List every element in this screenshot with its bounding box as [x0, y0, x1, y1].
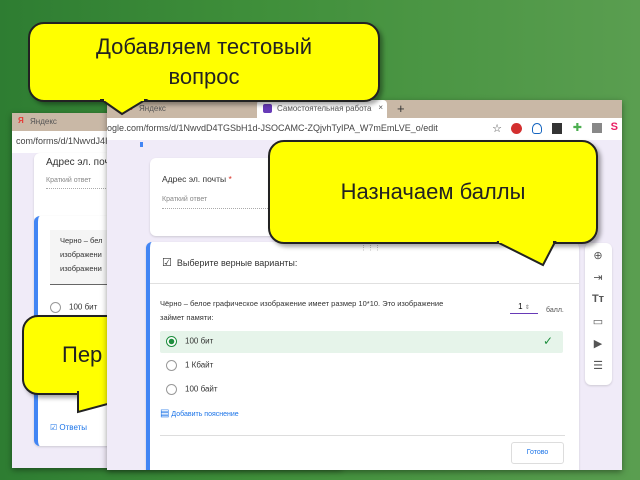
section-icon[interactable]: ☰ — [591, 359, 605, 372]
import-questions-icon[interactable]: ⇥ — [591, 271, 605, 284]
option-label: 1 Кбайт — [185, 360, 214, 370]
answer-key-header: ☑ Выберите верные варианты: — [162, 256, 297, 269]
new-tab-icon[interactable]: + — [397, 101, 405, 116]
points-label: балл. — [546, 307, 564, 314]
radio-icon[interactable] — [166, 384, 177, 395]
option-row[interactable]: 100 байт — [166, 384, 218, 395]
video-icon[interactable]: ▶ — [591, 337, 605, 350]
callout-text: Добавляем тестовый вопрос — [95, 34, 313, 89]
done-button[interactable]: Готово — [511, 442, 564, 464]
required-mark: * — [228, 174, 232, 184]
callout-tail — [100, 98, 149, 116]
drag-handle[interactable]: ⋮⋮⋮ — [360, 244, 381, 252]
option-label: 100 бит — [185, 336, 214, 346]
url-text: ogle.com/forms/d/1NwvdD4TGSbH1d-JSOCAMC-… — [107, 123, 438, 133]
question-text: Чёрно – белое графическое изображение им… — [160, 299, 444, 322]
tab-label: Самостоятельная работа по ин — [277, 104, 372, 113]
feedback-icon: ▤ — [160, 408, 170, 419]
add-feedback-label: Добавить пояснение — [171, 411, 239, 418]
checkmark-icon: ✓ — [542, 334, 553, 348]
star-icon[interactable]: ☆ — [492, 122, 502, 135]
radio-icon[interactable] — [166, 360, 177, 371]
email-label-text: Адрес эл. почты — [162, 174, 227, 184]
tab-yandex[interactable]: Яндекс — [30, 117, 57, 126]
email-label: Адрес эл. почт — [46, 157, 115, 168]
callout-add-question: Добавляем тестовый вопрос — [28, 22, 380, 102]
close-tab-icon[interactable]: × — [378, 103, 383, 112]
extension-icon[interactable] — [552, 123, 562, 134]
tab-forms-active[interactable]: Самостоятельная работа по ин × — [257, 100, 387, 118]
callout-text: Назначаем баллы — [340, 179, 526, 204]
title-text-icon[interactable]: Tт — [591, 293, 605, 305]
callout-assign-points: Назначаем баллы — [268, 140, 598, 244]
image-icon[interactable]: ▭ — [591, 315, 605, 328]
yandex-icon: Я — [18, 116, 24, 125]
add-question-icon[interactable]: ⊕ — [591, 249, 605, 262]
tab-bar: Я Яндекс Самостоятельная работа по ин × … — [107, 100, 622, 118]
radio-icon[interactable] — [166, 336, 177, 347]
checklist-icon: ☑ — [50, 423, 58, 432]
divider — [150, 283, 579, 284]
extension-icon[interactable] — [511, 123, 522, 134]
address-bar[interactable]: ogle.com/forms/d/1NwvdD4TGSbH1d-JSOCAMC-… — [107, 118, 622, 140]
option-label: 100 бит — [69, 302, 98, 312]
answer-key-title: Выберите верные варианты: — [176, 258, 298, 268]
points-input[interactable]: 1 ⇕ — [510, 302, 538, 314]
add-feedback-link[interactable]: ▤ Добавить пояснение — [160, 408, 239, 419]
forms-icon — [263, 104, 272, 113]
spinner-icon[interactable]: ⇕ — [525, 305, 530, 311]
extension-icon[interactable] — [592, 123, 602, 133]
extension-icon[interactable]: S — [611, 121, 618, 133]
answer-key-card: ⋮⋮⋮ ☑ Выберите верные варианты: Чёрно – … — [146, 242, 579, 470]
radio-icon[interactable] — [50, 302, 61, 313]
divider — [160, 435, 565, 436]
extension-icon[interactable] — [532, 123, 542, 134]
side-toolbar: ⊕ ⇥ Tт ▭ ▶ ☰ — [585, 243, 612, 385]
option-label: 100 байт — [185, 384, 218, 394]
email-label: Адрес эл. почты * — [162, 174, 232, 184]
option-row-correct[interactable]: 100 бит ✓ — [160, 331, 563, 353]
header-accent — [140, 142, 143, 147]
option-row[interactable]: 100 бит — [50, 302, 97, 313]
checklist-icon: ☑ — [162, 257, 172, 269]
answers-label: Ответы — [59, 423, 88, 432]
option-row[interactable]: 1 Кбайт — [166, 360, 213, 371]
points-value: 1 — [518, 302, 523, 311]
extension-icon[interactable]: ✚ — [573, 121, 582, 134]
answers-link[interactable]: ☑ Ответы — [50, 423, 87, 432]
callout-text: Пер — [62, 342, 103, 367]
callout-tail — [496, 240, 557, 267]
